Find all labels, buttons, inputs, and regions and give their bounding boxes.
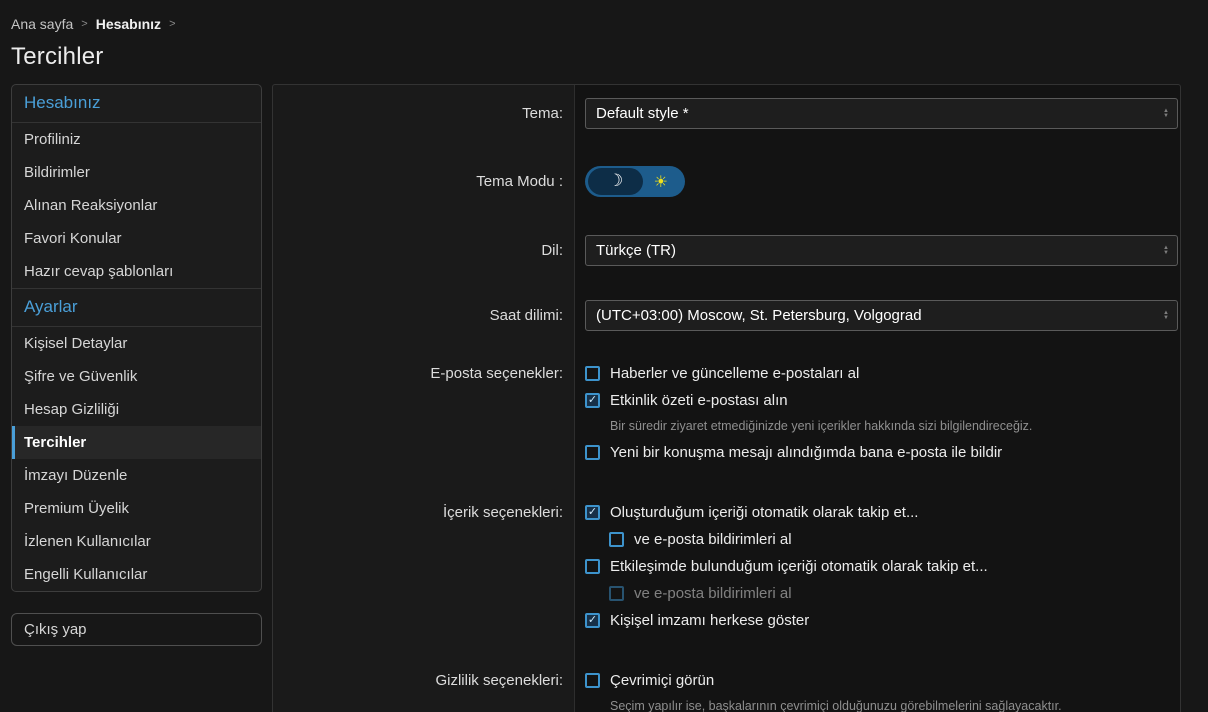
- content-area: Hesabınız Profiliniz Bildirimler Alınan …: [0, 84, 1208, 712]
- sidebar-header-account[interactable]: Hesabınız: [12, 85, 261, 123]
- checkbox-label[interactable]: ve e-posta bildirimleri al: [634, 530, 792, 549]
- checkbox[interactable]: ✓: [585, 393, 600, 408]
- checkmark-icon: ✓: [588, 447, 597, 458]
- timezone-label: Saat dilimi:: [273, 283, 575, 347]
- checkbox[interactable]: ✓: [585, 559, 600, 574]
- sidebar-header-settings[interactable]: Ayarlar: [12, 288, 261, 327]
- breadcrumb-separator: >: [73, 18, 95, 30]
- checkmark-icon: ✓: [588, 395, 597, 406]
- theme-select-value: Default style *: [596, 105, 1163, 122]
- breadcrumb-separator: >: [161, 18, 183, 30]
- select-arrows-icon: ▲ ▼: [1163, 246, 1169, 256]
- theme-mode-toggle[interactable]: ☾ ☀: [585, 166, 685, 197]
- checkbox-label[interactable]: Yeni bir konuşma mesajı alındığımda bana…: [610, 443, 1002, 462]
- sidebar-section-account: Profiliniz Bildirimler Alınan Reaksiyonl…: [12, 123, 261, 288]
- checkmark-icon: ✓: [588, 675, 597, 686]
- checkbox-option: ✓ ve e-posta bildirimleri al: [609, 584, 1178, 603]
- sidebar-item-password-security[interactable]: Şifre ve Güvenlik: [12, 360, 261, 393]
- sidebar-item-personal-details[interactable]: Kişisel Detaylar: [12, 327, 261, 360]
- language-label: Dil:: [273, 218, 575, 283]
- select-arrows-icon: ▲ ▼: [1163, 311, 1169, 321]
- checkbox-option: ✓ Oluşturduğum içeriği otomatik olarak t…: [585, 503, 1178, 522]
- timezone-select-value: (UTC+03:00) Moscow, St. Petersburg, Volg…: [596, 307, 1163, 324]
- sidebar-item-followed-users[interactable]: İzlenen Kullanıcılar: [12, 525, 261, 558]
- checkbox-label[interactable]: Kişişel imzamı herkese göster: [610, 611, 809, 630]
- checkbox[interactable]: ✓: [585, 445, 600, 460]
- sidebar-column: Hesabınız Profiliniz Bildirimler Alınan …: [11, 84, 262, 646]
- sidebar-section-settings: Kişisel Detaylar Şifre ve Güvenlik Hesap…: [12, 327, 261, 591]
- sidebar-item-reactions[interactable]: Alınan Reaksiyonlar: [12, 189, 261, 222]
- sidebar-item-premium[interactable]: Premium Üyelik: [12, 492, 261, 525]
- checkbox-label[interactable]: Haberler ve güncelleme e-postaları al: [610, 364, 859, 383]
- checkbox[interactable]: ✓: [585, 366, 600, 381]
- checkbox-label[interactable]: Çevrimiçi görün: [610, 671, 714, 690]
- sidebar-item-reply-templates[interactable]: Hazır cevap şablonları: [12, 255, 261, 288]
- arrow-down-icon: ▼: [1163, 251, 1169, 256]
- checkbox[interactable]: ✓: [585, 505, 600, 520]
- checkbox-option: ✓ Etkileşimde bulunduğum içeriği otomati…: [585, 557, 1178, 576]
- timezone-select[interactable]: (UTC+03:00) Moscow, St. Petersburg, Volg…: [585, 300, 1178, 331]
- checkbox-label[interactable]: ve e-posta bildirimleri al: [634, 584, 792, 603]
- sidebar-item-signature[interactable]: İmzayı Düzenle: [12, 459, 261, 492]
- preferences-form: Tema: Default style * ▲ ▼ Tema Modu : ☾ …: [272, 84, 1181, 712]
- checkbox-label[interactable]: Oluşturduğum içeriği otomatik olarak tak…: [610, 503, 918, 522]
- sidebar-item-notifications[interactable]: Bildirimler: [12, 156, 261, 189]
- sun-icon: ☀: [654, 174, 668, 190]
- language-select-value: Türkçe (TR): [596, 242, 1163, 259]
- sidebar-item-ignored-users[interactable]: Engelli Kullanıcılar: [12, 558, 261, 591]
- sidebar-item-account-privacy[interactable]: Hesap Gizliliği: [12, 393, 261, 426]
- checkbox-option: ✓ Etkinlik özeti e-postası alın: [585, 391, 1178, 410]
- checkbox-hint: Seçim yapılır ise, başkalarının çevrimiç…: [610, 698, 1178, 712]
- checkmark-icon: ✓: [588, 615, 597, 626]
- language-select[interactable]: Türkçe (TR) ▲ ▼: [585, 235, 1178, 266]
- email-options-label: E-posta seçenekler:: [273, 347, 575, 486]
- theme-mode-label: Tema Modu :: [273, 146, 575, 218]
- theme-label: Tema:: [273, 85, 575, 146]
- breadcrumb: Ana sayfa > Hesabınız >: [11, 16, 1181, 32]
- checkmark-icon: ✓: [588, 368, 597, 379]
- theme-select[interactable]: Default style * ▲ ▼: [585, 98, 1178, 129]
- checkbox-label[interactable]: Etkinlik özeti e-postası alın: [610, 391, 788, 410]
- logout-button[interactable]: Çıkış yap: [11, 613, 262, 646]
- toggle-knob: ☾: [588, 168, 643, 195]
- content-options-label: İçerik seçenekleri:: [273, 486, 575, 654]
- checkbox-hint: Bir süredir ziyaret etmediğinizde yeni i…: [610, 418, 1178, 435]
- checkmark-icon: ✓: [588, 561, 597, 572]
- account-sidebar: Hesabınız Profiliniz Bildirimler Alınan …: [11, 84, 262, 592]
- checkbox-label[interactable]: Etkileşimde bulunduğum içeriği otomatik …: [610, 557, 988, 576]
- checkbox-option: ✓ ve e-posta bildirimleri al: [609, 530, 1178, 549]
- select-arrows-icon: ▲ ▼: [1163, 109, 1169, 119]
- page-title: Tercihler: [11, 43, 1181, 71]
- breadcrumb-home-link[interactable]: Ana sayfa: [11, 16, 73, 32]
- checkmark-icon: ✓: [612, 588, 621, 599]
- breadcrumb-account-link[interactable]: Hesabınız: [96, 16, 161, 32]
- checkmark-icon: ✓: [612, 534, 621, 545]
- arrow-down-icon: ▼: [1163, 114, 1169, 119]
- sidebar-item-favorite-topics[interactable]: Favori Konular: [12, 222, 261, 255]
- privacy-options-label: Gizlilik seçenekleri:: [273, 654, 575, 712]
- sidebar-item-profile[interactable]: Profiliniz: [12, 123, 261, 156]
- moon-icon: ☾: [608, 173, 623, 190]
- checkbox-option: ✓ Haberler ve güncelleme e-postaları al: [585, 364, 1178, 383]
- checkbox[interactable]: ✓: [609, 532, 624, 547]
- checkbox[interactable]: ✓: [585, 613, 600, 628]
- checkbox-option: ✓ Kişişel imzamı herkese göster: [585, 611, 1178, 630]
- checkbox[interactable]: ✓: [585, 673, 600, 688]
- checkbox-option: ✓ Çevrimiçi görün: [585, 671, 1178, 690]
- checkmark-icon: ✓: [588, 507, 597, 518]
- checkbox[interactable]: ✓: [609, 586, 624, 601]
- arrow-down-icon: ▼: [1163, 316, 1169, 321]
- checkbox-option: ✓ Yeni bir konuşma mesajı alındığımda ba…: [585, 443, 1178, 462]
- sidebar-item-preferences[interactable]: Tercihler: [12, 426, 261, 459]
